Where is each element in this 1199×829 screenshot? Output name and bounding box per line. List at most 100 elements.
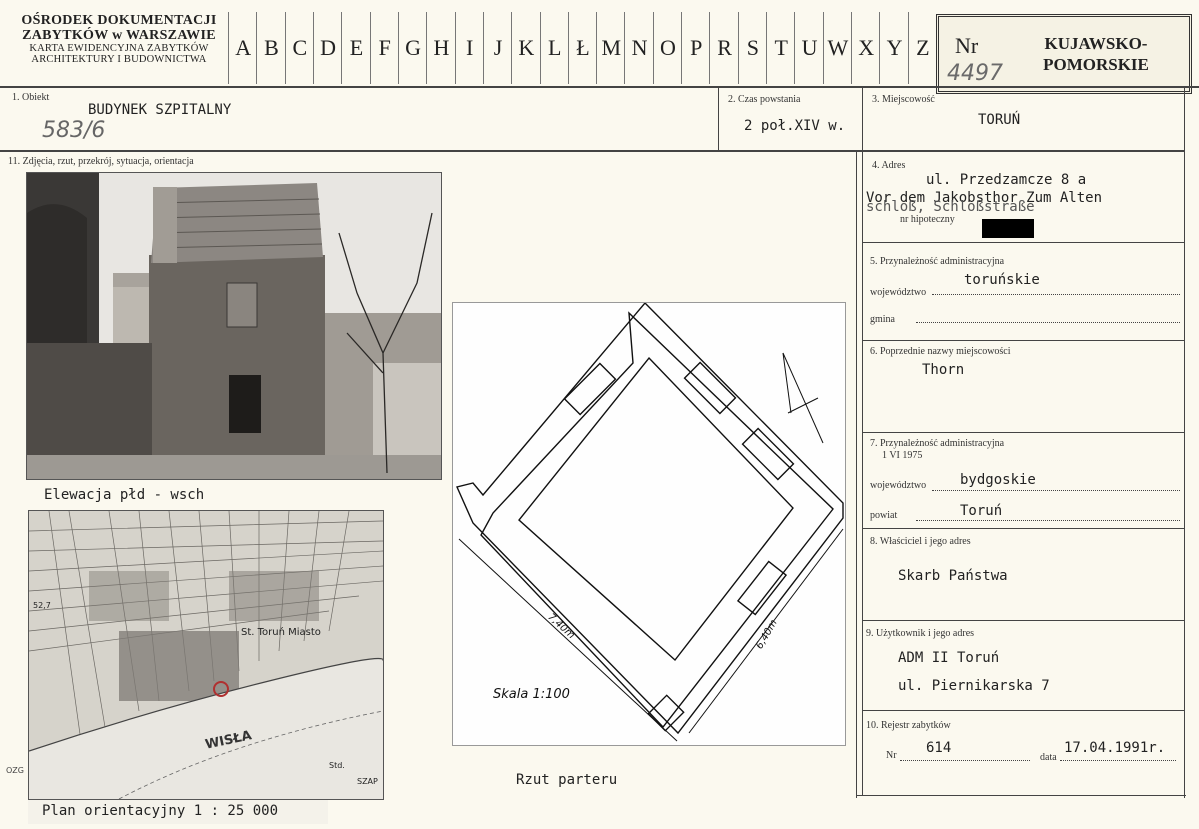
woj2-value: bydgoskie [960,472,1036,488]
right-border [1184,86,1185,798]
hipoteczny-label: nr hipoteczny [900,214,955,225]
region-line-1: KUJAWSKO- [1044,34,1148,53]
alphabet-letter: B [256,12,285,84]
woj2-label: województwo [870,480,927,491]
row1-divider [0,150,1185,152]
rejestr-nr-value: 614 [926,740,952,756]
obiekt-handnote: 583/6 [42,118,106,143]
map-label-szp: SZAP [357,777,378,786]
registry-number-box: Nr 4497 KUJAWSKO- POMORSKIE [936,14,1192,94]
section11-label: 11. Zdjęcia, rzut, przekrój, sytuacja, o… [8,156,194,167]
czas-label: 2. Czas powstania [728,94,801,105]
alphabet-letter: F [369,12,399,84]
photo-caption: Elewacja płd - wsch [44,487,205,503]
czas-value: 2 poł.XIV w. [744,118,846,134]
org-line-4: ARCHITEKTURY I BUDOWNICTWA [31,54,207,66]
plan-caption: Rzut parteru [516,772,618,788]
rejestr-nr-label: Nr [886,750,897,761]
rejestr-label: 10. Rejestr zabytków [866,720,951,731]
org-line-3: KARTA EWIDENCYJNA ZABYTKÓW [29,43,209,55]
header-divider [0,86,1199,88]
building-photo [26,172,442,480]
alphabet-letter: N [624,12,653,84]
woj-label: województwo [870,287,927,298]
bottom-right-rule [856,795,1186,796]
wlasciciel-value: Skarb Państwa [898,568,1008,584]
alphabet-letter: L [539,12,569,84]
alphabet-letter: J [482,12,512,84]
alphabet-letter: X [851,12,880,84]
map-label-527: 52,7 [33,601,51,610]
alphabet-letter: S [737,12,767,84]
woj-value: toruńskie [964,272,1040,288]
powiat-label: powiat [870,510,898,521]
map-label-std: Std. [329,761,345,770]
nr-label: Nr [955,33,979,58]
region-line-2: POMORSKIE [1043,55,1149,75]
issuer-block: OŚRODEK DOKUMENTACJI ZABYTKÓW w WARSZAWI… [8,13,230,66]
wlasciciel-label: 8. Właściciel i jego adres [870,536,971,547]
adres-line-3: schloß, Schloßstraße [866,199,1035,215]
redacted-block [982,219,1034,238]
alphabet-letter: A [228,12,257,84]
nr-handwritten-value: 4497 [947,61,1003,86]
rejestr-data-label: data [1040,752,1057,763]
rejestr-data-dotline [1060,760,1176,761]
sep-after-6 [862,432,1184,433]
uzytkownik-label: 9. Użytkownik i jego adres [866,628,975,639]
alphabet-letter: Ł [567,12,597,84]
alphabet-letter: H [426,12,455,84]
region-name: KUJAWSKO- POMORSKIE [1011,33,1181,76]
alphabet-letter: O [652,12,682,84]
map-caption: Plan orientacyjny 1 : 25 000 [42,803,279,819]
ground-floor-plan: Skala 1:100 7,40m 6,40m [452,302,846,746]
powiat-value: Toruń [960,503,1003,519]
uzytkownik-line-2: ul. Piernikarska 7 [898,678,1050,694]
gmina-dotline [916,322,1180,323]
alphabet-letter: M [596,12,625,84]
przynal2-date: 1 VI 1975 [882,450,923,461]
alphabet-letter: P [681,12,710,84]
rejestr-nr-dotline [900,760,1030,761]
alphabet-letter: W [822,12,852,84]
sep-after-9 [862,710,1184,711]
woj2-dotline [932,490,1180,491]
poprzednie-value: Thorn [922,362,965,378]
alphabet-letter: Y [879,12,908,84]
map-label-miasto: St. Toruń Miasto [241,627,321,638]
alphabet-letter: D [312,12,342,84]
org-line-1: OŚRODEK DOKUMENTACJI [21,13,217,28]
alphabet-letter: T [766,12,795,84]
poprzednie-label: 6. Poprzednie nazwy miejscowości [870,346,1011,357]
alphabet-letter: E [341,12,370,84]
alphabet-letter: I [454,12,484,84]
alphabet-letter: R [709,12,738,84]
alphabet-letter: Z [907,12,937,84]
sep-after-4 [862,242,1184,243]
miejscowosc-value: TORUŃ [978,112,1021,128]
sep-after-5 [862,340,1184,341]
woj-dotline [932,294,1180,295]
alphabet-letter: C [284,12,314,84]
orientation-map: WISŁA St. Toruń Miasto 52,7 Std. SZAP [28,510,384,800]
przynal2-label: 7. Przynależność administracyjna [870,438,1005,449]
map-label-ozg: OZG [6,766,24,775]
org-line-2: ZABYTKÓW w WARSZAWIE [22,27,216,43]
przynal-label: 5. Przynależność administracyjna [870,256,1005,267]
alphabet-letter: U [794,12,823,84]
adres-label: 4. Adres [872,160,906,171]
powiat-dotline [916,520,1180,521]
col-divider-right-inner [856,150,857,798]
obiekt-value: BUDYNEK SZPITALNY [88,102,232,118]
adres-line-1: ul. Przedzamcze 8 a [926,172,1087,188]
sep-after-8 [862,620,1184,621]
col-divider-right [862,86,863,796]
sep-after-7 [862,528,1184,529]
miejscowosc-label: 3. Miejscowość [872,94,935,105]
alphabet-letter: K [511,12,540,84]
col-divider-1 [718,86,719,150]
plan-scale: Skala 1:100 [493,687,570,702]
obiekt-label: 1. Obiekt [12,92,50,103]
uzytkownik-line-1: ADM II Toruń [898,650,1000,666]
alphabet-letter: G [397,12,427,84]
